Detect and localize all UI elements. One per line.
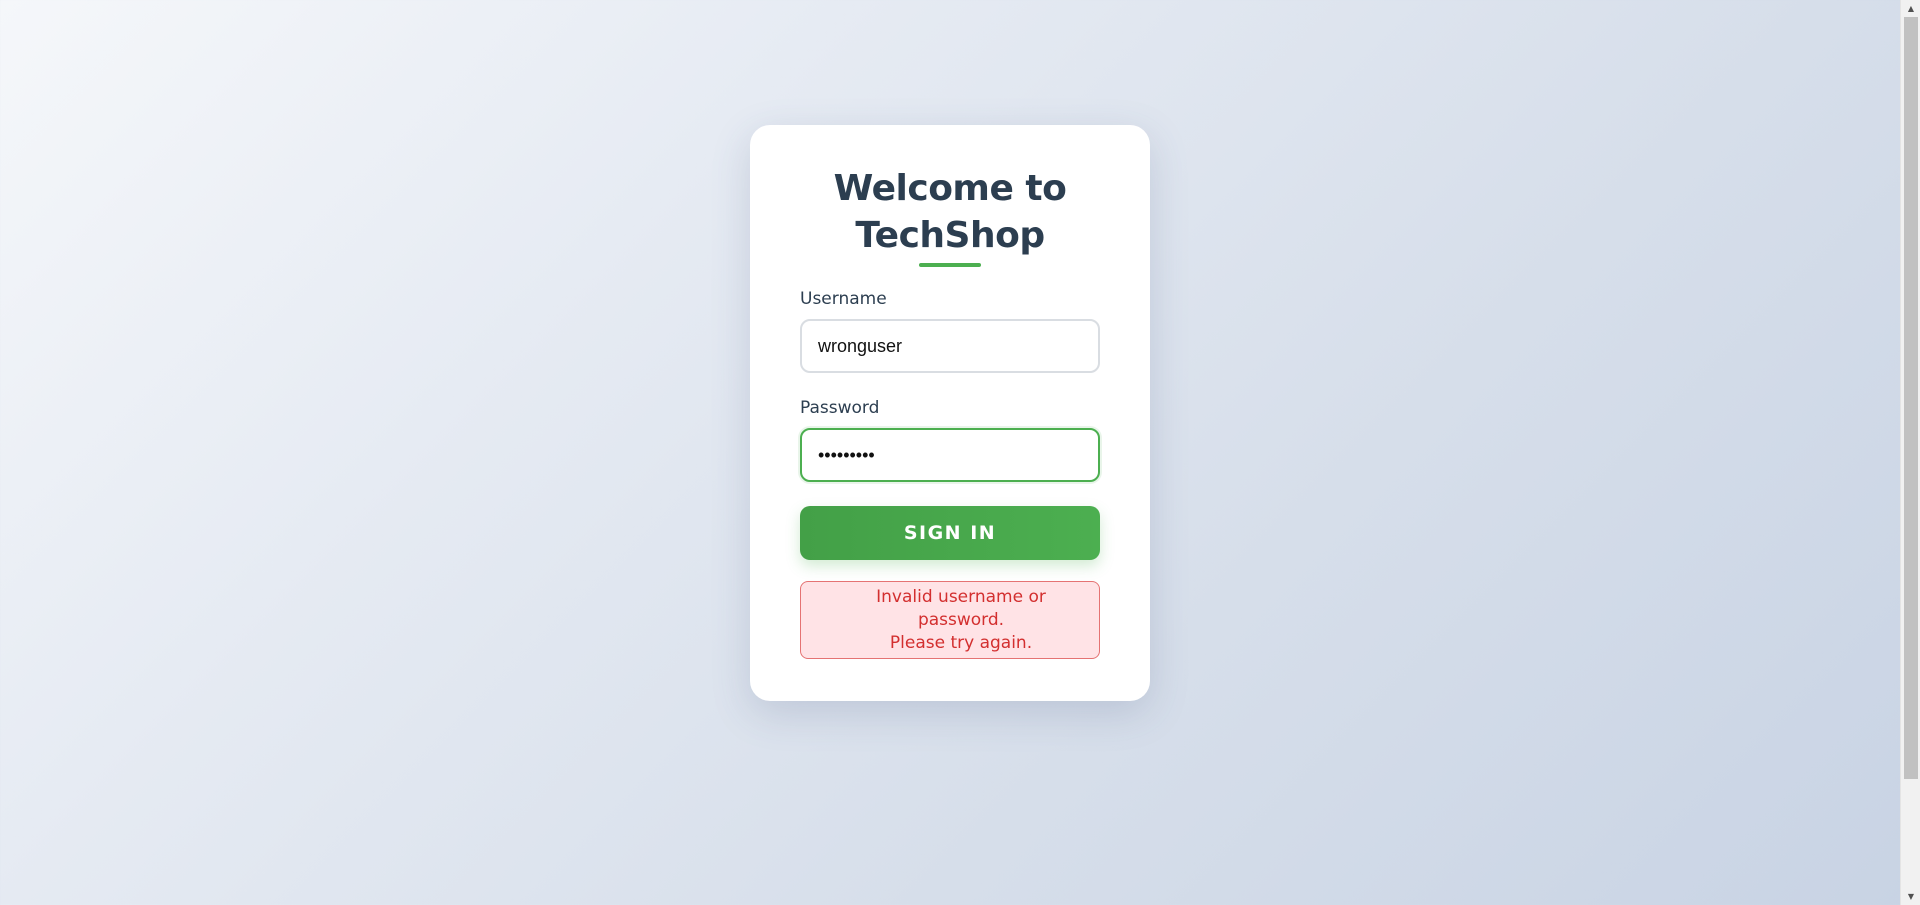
error-line-2: Please try again. — [889, 632, 1033, 653]
scrollbar-thumb[interactable] — [1904, 17, 1918, 779]
page-title: Welcome to TechShop — [800, 165, 1100, 259]
chevron-down-icon[interactable]: ▼ — [1901, 888, 1920, 905]
chevron-up-icon[interactable]: ▲ — [1901, 0, 1920, 17]
login-card: Welcome to TechShop Username Password SI… — [750, 125, 1150, 701]
error-text: Invalid username or password. Please try… — [841, 586, 1081, 655]
title-line-2: TechShop — [855, 215, 1045, 256]
title-underline — [919, 263, 981, 267]
error-message: Invalid username or password. Please try… — [800, 581, 1100, 659]
title-line-1: Welcome to — [833, 168, 1067, 209]
password-input[interactable] — [800, 428, 1100, 482]
username-input[interactable] — [800, 319, 1100, 373]
username-field-group: Username — [800, 289, 1100, 373]
username-label: Username — [800, 289, 887, 309]
vertical-scrollbar[interactable]: ▲ ▼ — [1900, 0, 1920, 905]
password-field-group: Password — [800, 398, 1100, 482]
password-label: Password — [800, 398, 880, 418]
error-line-1: Invalid username or password. — [876, 586, 1046, 630]
sign-in-button[interactable]: SIGN IN — [800, 506, 1100, 560]
